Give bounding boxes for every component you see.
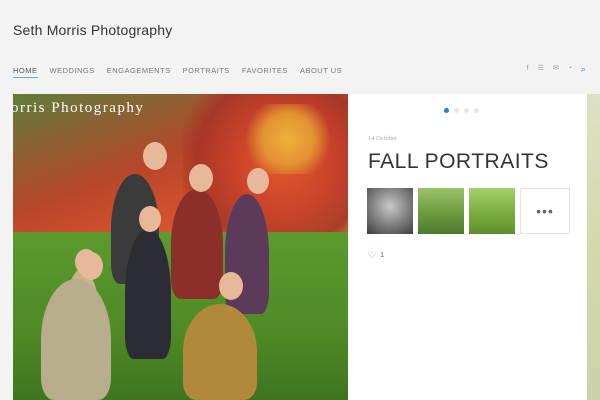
photo-figure-head — [139, 206, 161, 232]
rss-icon[interactable]: ◔ — [568, 64, 572, 74]
photo-figure-head — [247, 168, 269, 194]
slider-dot[interactable] — [454, 108, 459, 113]
nav-item-home[interactable]: HOME — [13, 66, 38, 78]
gallery-thumbnail[interactable] — [367, 188, 413, 234]
photo-figure — [125, 229, 171, 359]
social-links: f ☰ ✉ ◔ ⌕ — [527, 64, 586, 74]
slider-dot[interactable] — [474, 108, 479, 113]
nav-item-portraits[interactable]: PORTRAITS — [183, 66, 230, 78]
main-nav: HOME WEDDINGS ENGAGEMENTS PORTRAITS FAVO… — [13, 66, 342, 78]
photo-figure-head — [79, 252, 103, 280]
gallery-thumbnail[interactable] — [418, 188, 464, 234]
post-date: 14 October — [368, 135, 398, 142]
next-slide-peek[interactable] — [587, 94, 600, 400]
nav-item-favorites[interactable]: FAVORITES — [242, 66, 288, 78]
photo-figure-head — [143, 142, 167, 170]
like-count: 1 — [380, 252, 384, 259]
gallery-thumbnail[interactable] — [469, 188, 515, 234]
gallery-thumbnails: ••• — [367, 188, 570, 234]
nav-item-engagements[interactable]: ENGAGEMENTS — [107, 66, 171, 78]
menu-icon[interactable]: ☰ — [538, 64, 544, 74]
like-button[interactable]: ♡ 1 — [368, 250, 384, 261]
photo-figure-head — [189, 164, 213, 192]
post-panel: 14 October FALL PORTRAITS ••• ♡ 1 — [348, 94, 587, 400]
facebook-icon[interactable]: f — [527, 64, 529, 74]
featured-photo[interactable]: orris Photography — [13, 94, 348, 400]
slider-dots — [444, 108, 479, 113]
search-icon[interactable]: ⌕ — [581, 64, 586, 74]
mail-icon[interactable]: ✉ — [553, 64, 559, 74]
nav-item-about-us[interactable]: ABOUT US — [300, 66, 342, 78]
site-title[interactable]: Seth Morris Photography — [13, 22, 172, 38]
slider-dot[interactable] — [464, 108, 469, 113]
photo-watermark: orris Photography — [13, 100, 145, 116]
heart-icon: ♡ — [368, 250, 377, 260]
slider-dot-active[interactable] — [444, 108, 449, 113]
photo-foliage-yellow — [243, 104, 333, 174]
photo-figure — [171, 189, 223, 299]
photo-figure-head — [219, 272, 243, 300]
photo-figure — [183, 304, 257, 400]
more-photos-button[interactable]: ••• — [520, 188, 570, 234]
post-title[interactable]: FALL PORTRAITS — [368, 150, 549, 174]
nav-item-weddings[interactable]: WEDDINGS — [50, 66, 95, 78]
photo-figure — [41, 279, 111, 400]
